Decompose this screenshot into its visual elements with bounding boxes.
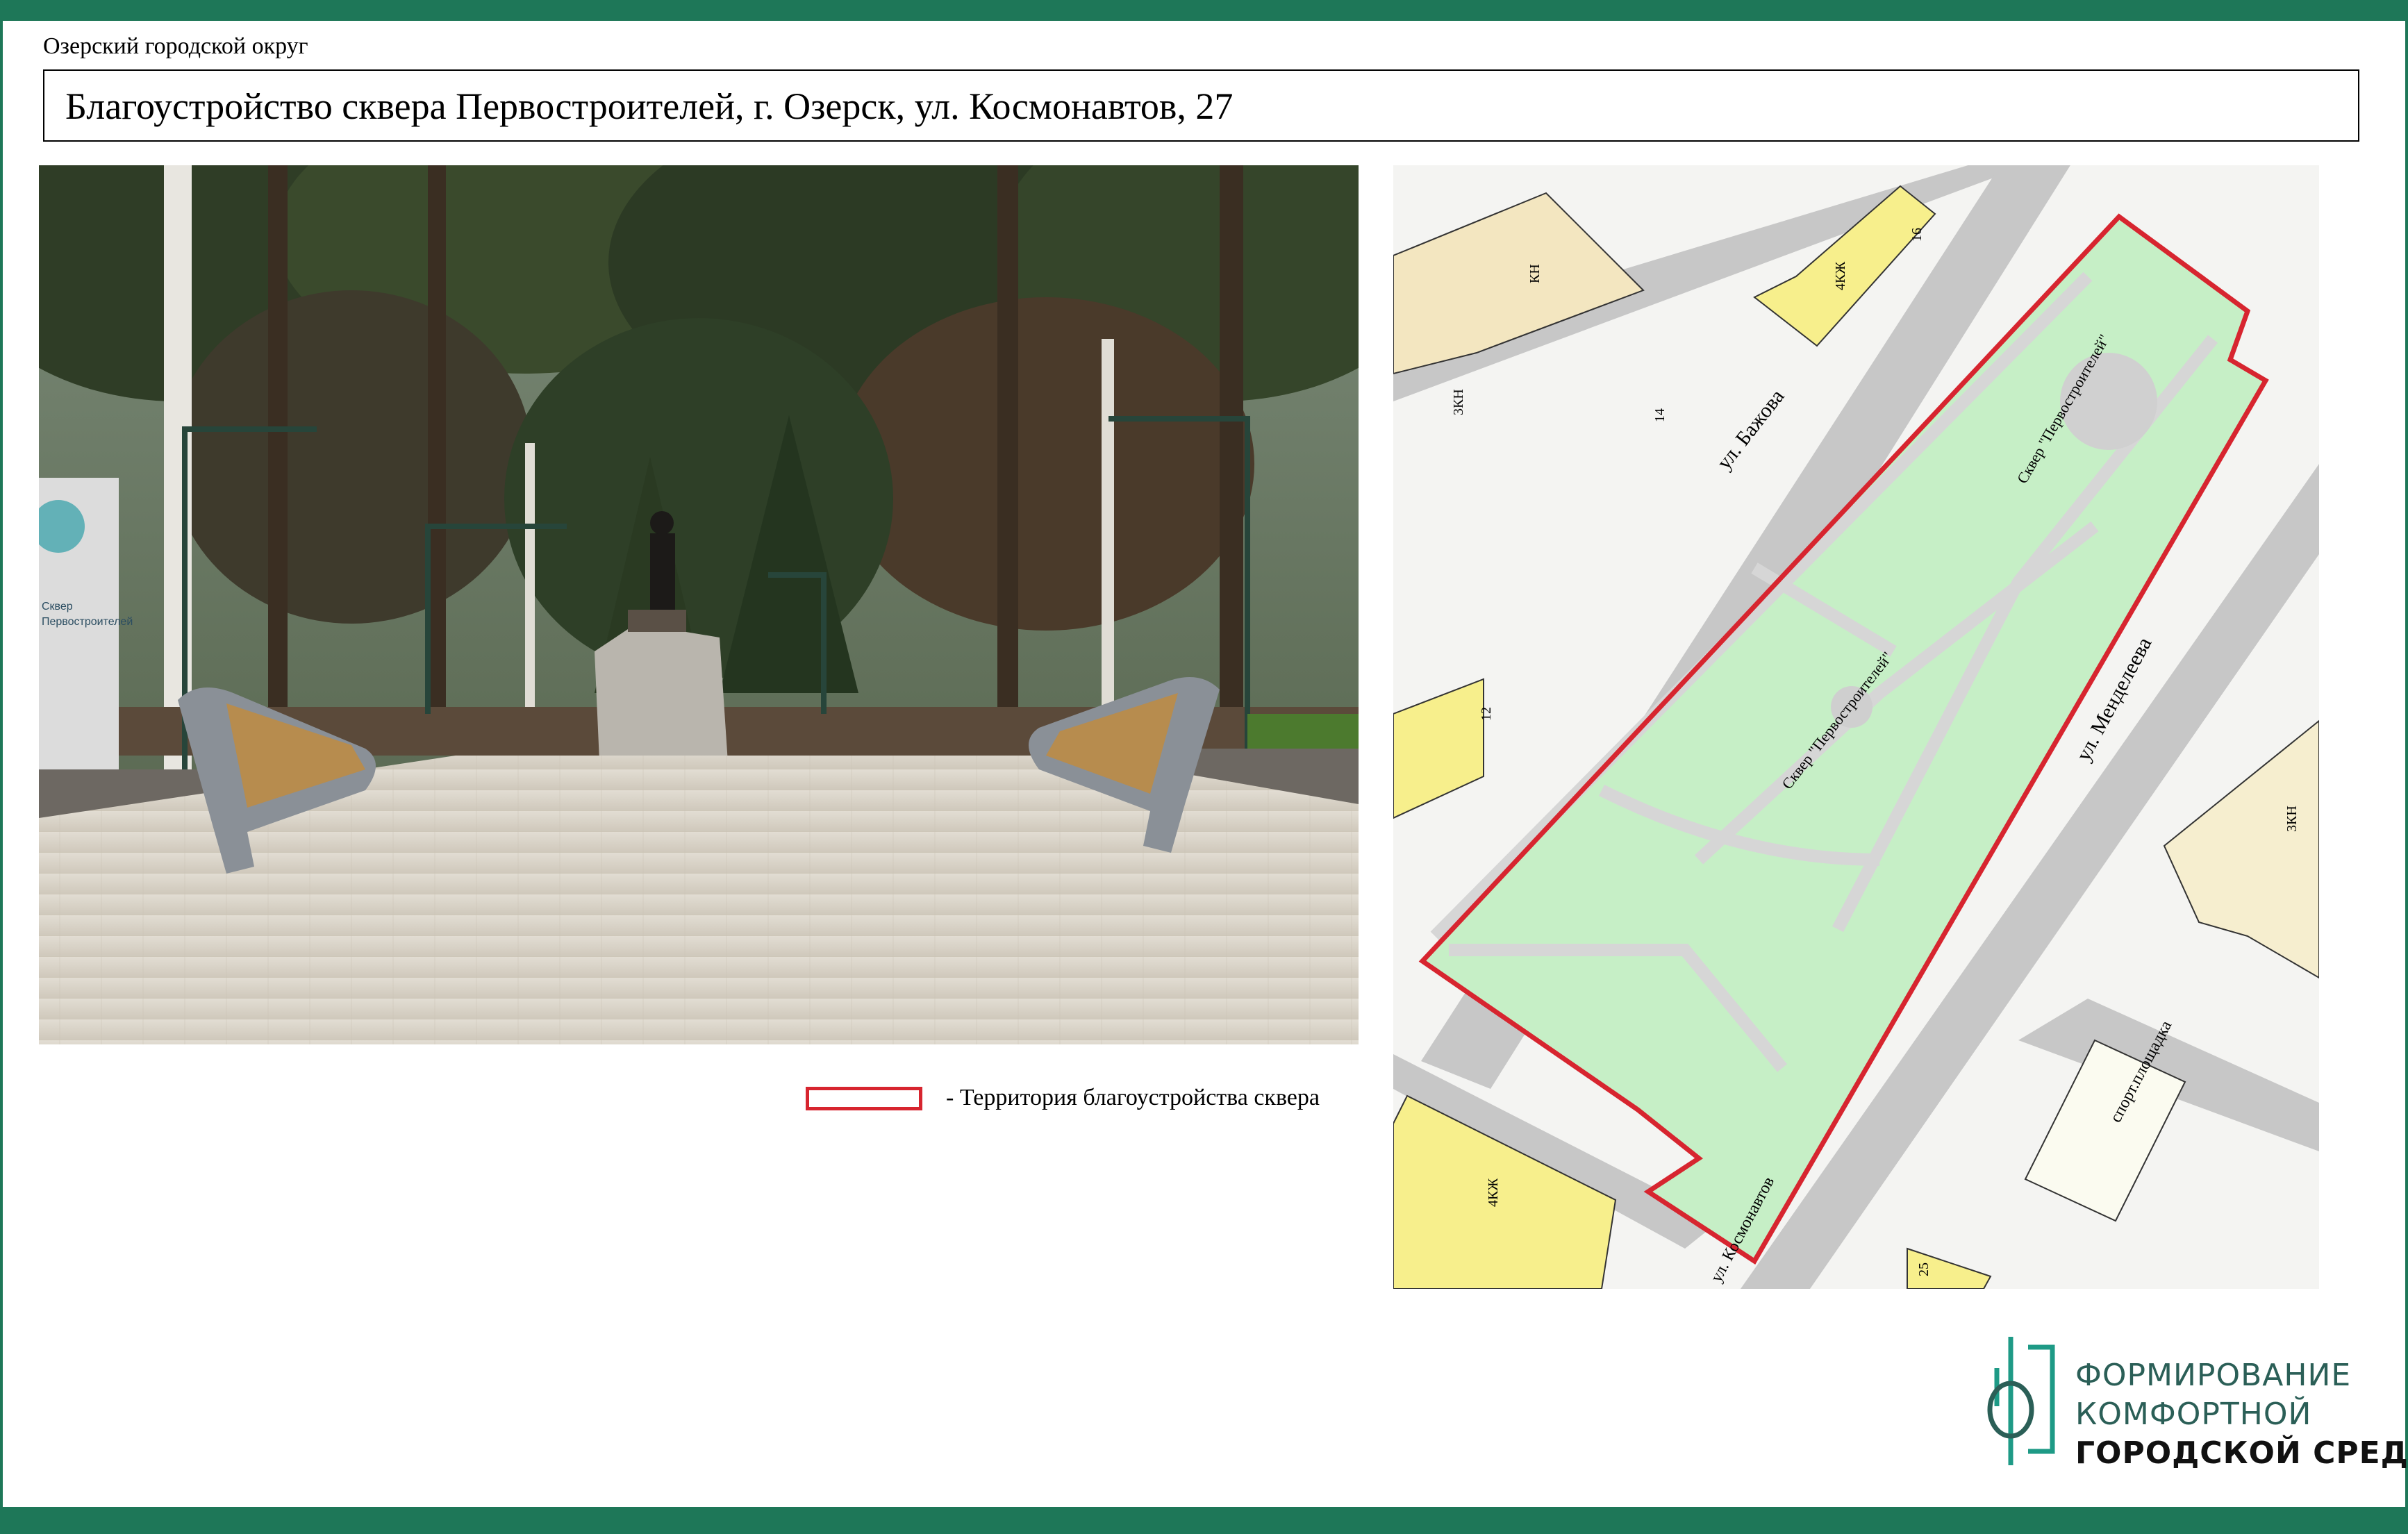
park-visualization-render: Сквер Первостроителей: [39, 165, 1359, 1044]
logo-mark-icon: [1987, 1337, 2055, 1465]
legend-text: - Территория благоустройства сквера: [946, 1085, 1320, 1110]
house-number-16: 16: [1909, 228, 1925, 242]
top-border-bar: [0, 0, 2408, 21]
program-logo: ФОРМИРОВАНИЕ КОМФОРТНОЙ ГОРОДСКОЙ СРЕДЫ: [1979, 1330, 2408, 1483]
building-label-4kzh-top: 4КЖ: [1833, 262, 1848, 290]
sign-text-2: Первостроителей: [42, 616, 133, 628]
logo-line-1: ФОРМИРОВАНИЕ: [2075, 1358, 2352, 1393]
building-label-3kn-right: 3КН: [2284, 806, 2300, 832]
render-image: Сквер Первостроителей: [39, 165, 1359, 1044]
logo-line-2: КОМФОРТНОЙ: [2075, 1397, 2312, 1432]
map-image: ул. Бажова ул. Менделеева ул. Космонавто…: [1393, 165, 2319, 1289]
title-frame: Благоустройство сквера Первостроителей, …: [43, 69, 2359, 142]
building-label-3kn-left: 3КН: [1451, 389, 1466, 415]
house-number-14: 14: [1652, 408, 1668, 422]
logo-line-3: ГОРОДСКОЙ СРЕДЫ: [2075, 1435, 2408, 1471]
left-border: [0, 21, 3, 1507]
house-number-12: 12: [1479, 707, 1494, 721]
bottom-border-bar: [0, 1507, 2408, 1534]
park-sign: Сквер Первостроителей: [39, 478, 133, 769]
sign-text-1: Сквер: [42, 601, 73, 612]
legend-boundary-swatch: [806, 1087, 922, 1110]
building-label-4kzh-bottom: 4КЖ: [1486, 1178, 1501, 1207]
building-label-kn: КН: [1527, 264, 1543, 283]
house-number-25: 25: [1916, 1262, 1932, 1276]
site-plan-map: ул. Бажова ул. Менделеева ул. Космонавто…: [1393, 165, 2319, 1289]
right-border: [2405, 21, 2408, 1507]
page-title: Благоустройство сквера Первостроителей, …: [65, 85, 1234, 127]
municipality-label: Озерский городской округ: [43, 33, 308, 59]
